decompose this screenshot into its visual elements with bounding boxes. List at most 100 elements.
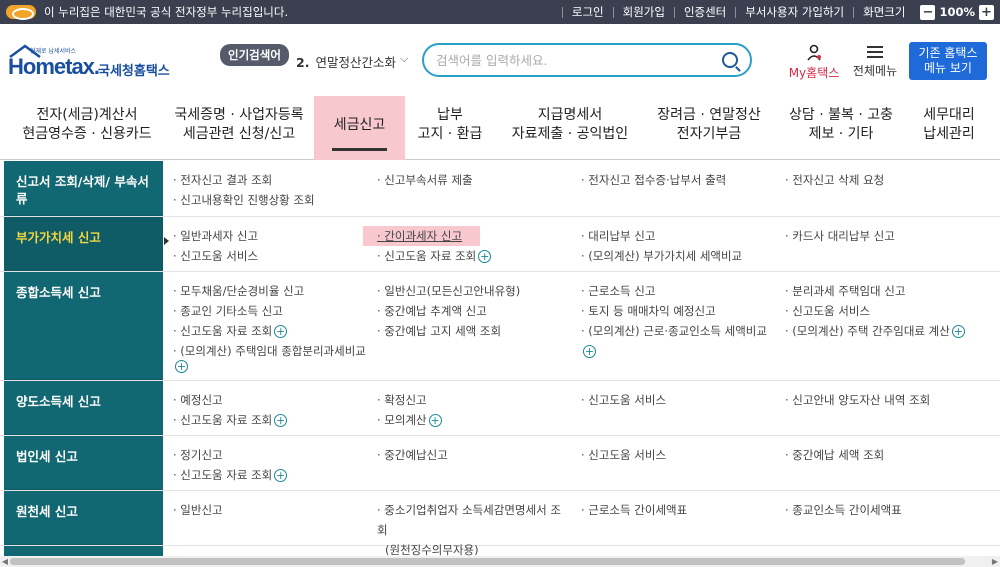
menu-link[interactable]: · 신고부속서류 제출 (377, 170, 571, 190)
chevron-down-icon[interactable]: ⌵ (400, 52, 408, 66)
zoom-in-button[interactable]: + (979, 4, 994, 20)
nav-label-line2: 세금관련 신청/신고 (182, 126, 296, 142)
menu-link[interactable]: · 신고도움 자료 조회 (377, 249, 476, 263)
nav-payment[interactable]: 납부 고지 · 환급 (410, 96, 490, 160)
nav-tax-filing[interactable]: 세금신고 (314, 96, 405, 160)
menu-link[interactable]: · 중간예납 세액 조회 (785, 445, 979, 465)
row-title-text: 종합소득세 신고 (16, 285, 101, 300)
menu-link[interactable]: · 근로소득 간이세액표 (581, 500, 775, 520)
row-title-text: 신고서 조회/삭제/ 부속서류 (16, 174, 149, 206)
submenu-row: 신고서 조회/삭제/ 부속서류 · 전자신고 결과 조회 · 신고내용확인 진행상… (0, 161, 1000, 217)
menu-link[interactable]: · 신고도움 서비스 (785, 301, 979, 321)
nav-e-invoice[interactable]: 전자(세금)계산서 현금영수증 · 신용카드 (18, 96, 156, 160)
menu-link[interactable]: · 중간예납 고지 세액 조회 (377, 321, 571, 341)
row-title[interactable]: 신고서 조회/삭제/ 부속서류 (4, 161, 163, 216)
egov-logo-icon (6, 5, 36, 20)
plus-circle-icon[interactable]: + (274, 325, 288, 338)
menu-link[interactable]: · 일반신고(모든신고안내유형) (377, 281, 571, 301)
all-menu-button[interactable]: 전체메뉴 (850, 44, 900, 79)
row-title[interactable]: 법인세 신고 (4, 436, 163, 490)
utility-links: 로그인 회원가입 인증센터 부서사용자 가입하기 화면크기 (561, 6, 915, 18)
scroll-left-icon[interactable]: ◀ (0, 556, 10, 567)
menu-link[interactable]: · 중소기업취업자 소득세감면명세서 조회 (377, 500, 571, 540)
hometax-logo[interactable]: 현재로 납세서비스 Hometax. 국세청홈택스 (8, 44, 178, 84)
menu-link[interactable]: · (모의계산) 부가가치세 세액비교 (581, 246, 775, 266)
nav-certificate[interactable]: 국세증명 · 사업자등록 세금관련 신청/신고 (170, 96, 308, 160)
nav-label-line2: 자료제출 · 공익법인 (511, 126, 629, 142)
menu-link[interactable]: · (모의계산) 주택 간주임대료 계산 (785, 324, 950, 338)
plus-circle-icon[interactable]: + (274, 469, 288, 482)
nav-consult[interactable]: 상담 · 불복 · 고충 제보 · 기타 (782, 96, 900, 160)
menu-link[interactable]: · 신고내용확인 진행상황 조회 (173, 190, 367, 210)
menu-link[interactable]: · 예정신고 (173, 390, 367, 410)
plus-circle-icon[interactable]: + (951, 325, 965, 338)
menu-link[interactable]: · 신고도움 서비스 (173, 246, 367, 266)
menu-link[interactable]: · 모두채움/단순경비율 신고 (173, 281, 367, 301)
plus-circle-icon[interactable]: + (583, 345, 596, 358)
menu-link[interactable]: · 종교인 기타소득 신고 (173, 301, 367, 321)
logo-wordmark: Hometax. (8, 54, 100, 79)
menu-link[interactable]: · 신고도움 자료 조회 (173, 413, 272, 427)
gov-notice-bar: 이 누리집은 대한민국 공식 전자정부 누리집입니다. 로그인 회원가입 인증센… (0, 0, 1000, 24)
menu-link[interactable]: · 전자신고 결과 조회 (173, 170, 367, 190)
scrollbar-thumb[interactable] (10, 558, 965, 565)
menu-link[interactable]: · 근로소득 신고 (581, 281, 775, 301)
nav-tax-agent[interactable]: 세무대리 납세관리 (914, 96, 984, 160)
menu-link[interactable]: · 정기신고 (173, 445, 367, 465)
menu-link[interactable]: · 종교인소득 간이세액표 (785, 500, 979, 520)
my-hometax-button[interactable]: My홈택스 (786, 44, 842, 81)
nav-label-line2: 전자기부금 (676, 126, 742, 142)
menu-link[interactable]: · 전자신고 접수증·납부서 출력 (581, 170, 775, 190)
row-title-active[interactable]: 부가가치세 신고 (4, 217, 169, 271)
tax-filing-submenu: 신고서 조회/삭제/ 부속서류 · 전자신고 결과 조회 · 신고내용확인 진행상… (0, 161, 1000, 567)
menu-link[interactable]: · 토지 등 매매차익 예정신고 (581, 301, 775, 321)
menu-link[interactable]: · 일반과세자 신고 (173, 226, 367, 246)
popular-search-item[interactable]: 2. 연말정산간소화 (296, 52, 396, 71)
nav-label-line2: 제보 · 기타 (808, 126, 874, 142)
row-title[interactable]: 양도소득세 신고 (4, 381, 163, 435)
menu-link[interactable]: · 신고도움 자료 조회 (173, 324, 272, 338)
login-link[interactable]: 로그인 (561, 6, 613, 18)
search-box (422, 43, 752, 77)
plus-circle-icon[interactable]: + (478, 250, 492, 263)
menu-link[interactable]: · 신고도움 서비스 (581, 445, 775, 465)
search-input[interactable] (436, 52, 722, 68)
menu-link[interactable]: · 모의계산 (377, 413, 427, 427)
menu-link[interactable]: · 신고도움 자료 조회 (173, 468, 272, 482)
dept-user-signup-link[interactable]: 부서사용자 가입하기 (735, 6, 853, 18)
menu-link[interactable]: · (모의계산) 근로·종교인소득 세액비교 (581, 324, 767, 338)
nav-payment-statement[interactable]: 지급명세서 자료제출 · 공익법인 (506, 96, 634, 160)
nav-label-line1: 상담 · 불복 · 고충 (789, 107, 893, 123)
menu-link[interactable]: · 전자신고 삭제 요청 (785, 170, 979, 190)
nav-label-line2: 현금영수증 · 신용카드 (22, 126, 152, 142)
zoom-value: 100% (939, 5, 975, 19)
cert-center-link[interactable]: 인증센터 (673, 6, 735, 18)
nav-label-line2: 고지 · 환급 (417, 126, 483, 142)
menu-link[interactable]: · 확정신고 (377, 390, 571, 410)
signup-link[interactable]: 회원가입 (612, 6, 674, 18)
nav-incentive[interactable]: 장려금 · 연말정산 전자기부금 (650, 96, 768, 160)
menu-link[interactable]: · 신고안내 양도자산 내역 조회 (785, 390, 979, 410)
menu-link[interactable]: · 카드사 대리납부 신고 (785, 226, 979, 246)
menu-link[interactable]: · 대리납부 신고 (581, 226, 775, 246)
plus-circle-icon[interactable]: + (428, 414, 442, 427)
zoom-control: − 100% + (920, 4, 994, 20)
menu-link[interactable]: · (모의계산) 주택임대 종합분리과세비교 (173, 344, 366, 358)
my-hometax-label: My홈택스 (788, 66, 840, 80)
horizontal-scrollbar[interactable]: ◀ ▶ (0, 556, 1000, 567)
plus-circle-icon[interactable]: + (175, 360, 188, 373)
nav-label-line1: 국세증명 · 사업자등록 (174, 107, 304, 123)
menu-link[interactable]: · 분리과세 주택임대 신고 (785, 281, 979, 301)
search-icon[interactable] (722, 52, 738, 68)
menu-link-highlighted[interactable]: · 간이과세자 신고 (363, 226, 481, 246)
zoom-out-button[interactable]: − (920, 4, 936, 20)
menu-link[interactable]: · 중간예납 추계액 신고 (377, 301, 571, 321)
row-title[interactable]: 원천세 신고 (4, 491, 163, 545)
scroll-right-icon[interactable]: ▶ (990, 556, 1000, 567)
menu-link[interactable]: · 신고도움 서비스 (581, 390, 775, 410)
old-menu-button[interactable]: 기존 홈택스 메뉴 보기 (909, 42, 987, 80)
plus-circle-icon[interactable]: + (274, 414, 288, 427)
menu-link[interactable]: · 중간예납신고 (377, 445, 571, 465)
menu-link[interactable]: · 일반신고 (173, 500, 367, 520)
row-title[interactable]: 종합소득세 신고 (4, 272, 163, 380)
